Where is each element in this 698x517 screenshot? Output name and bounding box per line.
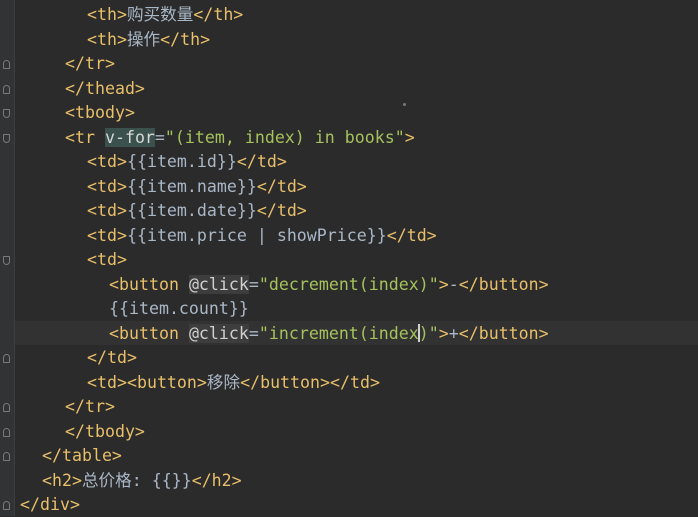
code-token: </thead> <box>65 78 145 98</box>
code-token: 购买数量 <box>126 5 194 24</box>
code-token: > <box>438 323 449 343</box>
code-token: <tr <box>65 127 105 147</box>
code-token: <button <box>109 274 189 294</box>
code-line[interactable]: </thead> <box>65 77 145 101</box>
code-token: {{item.id}} <box>126 152 237 171</box>
code-token: "(item, index) in books" <box>164 127 405 147</box>
code-line[interactable]: <button @click="increment(index)">+</but… <box>109 322 549 346</box>
code-line[interactable]: <td> <box>87 248 127 272</box>
code-token: {{item.date}} <box>126 201 257 220</box>
code-line[interactable]: </tbody> <box>65 420 145 444</box>
code-line[interactable]: <td>{{item.date}}</td> <box>87 199 307 223</box>
fold-marker-icon[interactable] <box>3 60 10 69</box>
code-token: "increment(index <box>258 323 419 343</box>
fold-marker-icon[interactable] <box>3 427 10 437</box>
code-line[interactable]: </tr> <box>65 52 115 76</box>
code-editor[interactable]: <th>购买数量</th> <th>操作</th> </tr> </thead> <tb… <box>0 0 698 516</box>
code-token: <td> <box>87 372 127 392</box>
code-token: "decrement(index)" <box>258 274 439 294</box>
code-token: = <box>248 323 259 343</box>
code-token: </tr> <box>65 397 115 416</box>
fold-marker-icon[interactable] <box>3 109 10 118</box>
code-token: <td> <box>87 152 127 171</box>
code-line[interactable]: </td> <box>87 346 137 370</box>
mouse-pointer-dot <box>403 103 406 106</box>
code-token: {{item.count}} <box>109 299 249 318</box>
code-token: </td> <box>236 152 287 171</box>
code-token: <th> <box>87 5 127 24</box>
fold-marker-icon[interactable] <box>3 256 10 265</box>
code-line[interactable]: <td><button>移除</button></td> <box>87 371 380 395</box>
code-token: </th> <box>160 29 211 49</box>
code-line[interactable]: <td>{{item.price | showPrice}}</td> <box>87 224 437 248</box>
code-token: )" <box>418 323 439 343</box>
code-line[interactable]: <td>{{item.id}}</td> <box>87 150 287 174</box>
code-token: 移除 <box>206 372 241 392</box>
code-line[interactable]: </div> <box>20 493 80 517</box>
code-line[interactable]: <th>操作</th> <box>87 28 210 52</box>
code-line[interactable]: <h2>总价格: {{}}</h2> <box>42 469 242 493</box>
code-token: {{item.name}} <box>126 176 257 196</box>
code-token: > <box>404 127 415 147</box>
code-line[interactable]: <th>购买数量</th> <box>87 3 243 27</box>
code-token: <td> <box>87 225 127 245</box>
code-token: </div> <box>20 495 80 514</box>
code-token: </tbody> <box>65 421 145 441</box>
code-token: <td> <box>87 201 127 220</box>
code-token: = <box>154 127 165 147</box>
code-token: - <box>448 274 459 294</box>
code-token: </td> <box>256 176 307 196</box>
code-token: <td> <box>87 250 127 269</box>
code-token: </tr> <box>65 54 115 73</box>
fold-marker-icon[interactable] <box>3 501 10 510</box>
code-token: </h2> <box>191 470 242 490</box>
code-token: > <box>438 274 449 294</box>
fold-marker-icon[interactable] <box>3 403 10 412</box>
code-token: <td> <box>87 176 127 196</box>
code-token: </td> <box>386 225 437 245</box>
fold-marker-icon[interactable] <box>3 133 10 143</box>
code-token: </td> <box>256 201 307 220</box>
code-token: </button> <box>458 323 549 343</box>
code-line[interactable]: </table> <box>42 444 122 468</box>
code-token: = <box>248 274 259 294</box>
code-line[interactable]: <button @click="decrement(index)">-</but… <box>109 273 549 297</box>
code-token: </button> <box>458 274 549 294</box>
code-token: </table> <box>42 446 122 465</box>
code-token: <h2> <box>42 470 82 490</box>
code-line[interactable]: <td>{{item.name}}</td> <box>87 175 307 199</box>
fold-marker-icon[interactable] <box>3 452 10 461</box>
code-line[interactable]: {{item.count}} <box>109 297 249 321</box>
code-token: 操作 <box>126 29 161 49</box>
code-token: v-for <box>104 127 155 147</box>
code-line[interactable]: </tr> <box>65 395 115 419</box>
code-token: 总价格: {{}} <box>81 470 192 490</box>
fold-marker-icon[interactable] <box>3 84 10 94</box>
code-token: <tbody> <box>65 103 135 122</box>
code-token: {{item.price | showPrice}} <box>126 225 387 245</box>
code-token: </button> <box>240 372 331 392</box>
code-token: </th> <box>193 5 244 24</box>
code-line[interactable]: <tr v-for="(item, index) in books"> <box>65 126 415 150</box>
code-token: @click <box>188 323 249 343</box>
code-token: @click <box>188 274 249 294</box>
code-token: </td> <box>330 372 380 392</box>
code-token: <button <box>109 323 189 343</box>
code-line[interactable]: <tbody> <box>65 101 135 125</box>
fold-marker-icon[interactable] <box>3 354 10 363</box>
code-token: + <box>448 323 459 343</box>
code-token: <th> <box>87 29 127 49</box>
code-token: </td> <box>87 348 137 367</box>
code-token: <button> <box>126 372 207 392</box>
